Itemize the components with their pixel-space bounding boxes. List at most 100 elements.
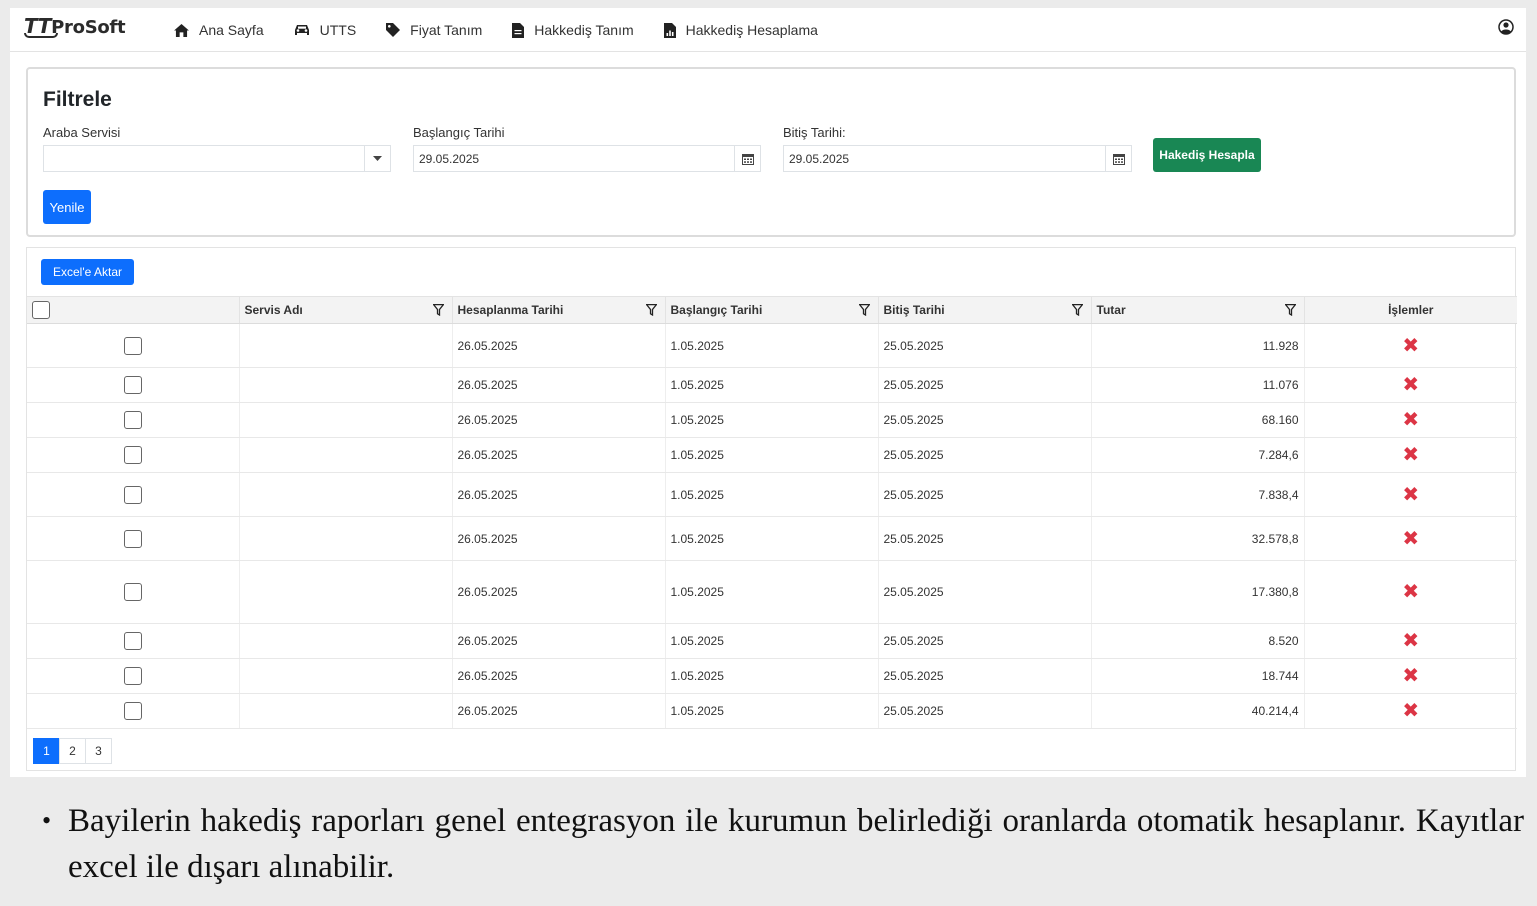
amount-cell: 7.838,4 — [1091, 472, 1305, 517]
service-name-cell — [239, 323, 453, 368]
delete-icon[interactable]: ✖ — [1402, 335, 1419, 357]
caption-bullet: • — [42, 806, 52, 835]
row-checkbox[interactable] — [123, 411, 142, 429]
end-date-cell: 25.05.2025 — [878, 437, 1092, 473]
row-checkbox[interactable] — [123, 529, 142, 548]
row-select-cell — [27, 367, 240, 403]
row-checkbox[interactable] — [123, 485, 142, 504]
end-date-cell: 25.05.2025 — [878, 472, 1092, 517]
report-icon — [663, 22, 676, 38]
table-row: 26.05.2025 1.05.2025 25.05.2025 40.214,4… — [27, 693, 1517, 729]
start-date-calendar-button[interactable] — [734, 146, 760, 171]
filter-icon[interactable] — [432, 304, 444, 316]
row-select-cell — [27, 658, 240, 694]
nav-item-entitlement-calculation[interactable]: Hakkediş Hesaplama — [663, 22, 818, 38]
export-excel-button[interactable]: Excel'e Aktar — [41, 259, 134, 285]
calc-date-cell: 26.05.2025 — [452, 658, 666, 694]
end-date-value: 29.05.2025 — [789, 152, 850, 166]
service-select[interactable] — [43, 145, 391, 172]
filter-icon[interactable] — [645, 304, 657, 316]
select-all-cell — [27, 296, 240, 324]
amount-cell: 32.578,8 — [1091, 516, 1305, 561]
end-date-cell: 25.05.2025 — [878, 367, 1092, 403]
select-all-checkbox[interactable] — [32, 301, 50, 319]
calc-date-cell: 26.05.2025 — [452, 437, 666, 473]
service-name-cell — [239, 437, 453, 473]
table-row: 26.05.2025 1.05.2025 25.05.2025 11.928 ✖ — [27, 323, 1517, 368]
service-name-cell — [239, 516, 453, 561]
page-button-3[interactable]: 3 — [85, 738, 112, 764]
tag-icon — [386, 23, 401, 37]
start-date-cell: 1.05.2025 — [665, 516, 879, 561]
actions-cell: ✖ — [1304, 623, 1517, 659]
delete-icon[interactable]: ✖ — [1402, 700, 1419, 722]
filter-icon[interactable] — [1071, 304, 1083, 316]
row-select-cell — [27, 516, 240, 561]
prosoft-logo[interactable]: TTProSoft — [24, 14, 126, 38]
column-header-label: İşlemler — [1388, 303, 1434, 317]
user-circle-icon[interactable] — [1498, 19, 1514, 35]
calc-date-cell: 26.05.2025 — [452, 402, 666, 438]
actions-cell: ✖ — [1304, 437, 1517, 473]
column-header-actions: İşlemler — [1304, 296, 1517, 324]
page-button-2[interactable]: 2 — [59, 738, 86, 764]
nav-item-entitlement-definition[interactable]: Hakkediş Tanım — [512, 22, 634, 38]
end-date-calendar-button[interactable] — [1105, 146, 1131, 171]
service-dropdown-toggle[interactable] — [364, 146, 390, 171]
service-name-cell — [239, 658, 453, 694]
actions-cell: ✖ — [1304, 658, 1517, 694]
start-date-label: Başlangıç Tarihi — [413, 125, 505, 140]
start-date-input[interactable]: 29.05.2025 — [413, 145, 761, 172]
nav-item-entitlement-definition-label: Hakkediş Tanım — [534, 22, 634, 38]
actions-cell: ✖ — [1304, 472, 1517, 517]
column-header-label: Hesaplanma Tarihi — [457, 303, 564, 317]
nav-item-price-definition[interactable]: Fiyat Tanım — [386, 22, 482, 38]
row-checkbox[interactable] — [123, 667, 142, 685]
column-header-start-date[interactable]: Başlangıç Tarihi — [665, 296, 879, 324]
amount-cell: 40.214,4 — [1091, 693, 1305, 729]
top-navbar: TTProSoft Ana Sayfa UTTS Fiyat Tanım Hak… — [10, 8, 1526, 52]
row-checkbox[interactable] — [123, 376, 142, 394]
delete-icon[interactable]: ✖ — [1402, 444, 1419, 466]
filter-icon[interactable] — [1284, 304, 1296, 316]
service-label: Araba Servisi — [43, 125, 121, 140]
filter-icon[interactable] — [858, 304, 870, 316]
start-date-cell: 1.05.2025 — [665, 472, 879, 517]
page-button-1[interactable]: 1 — [33, 738, 60, 764]
row-checkbox[interactable] — [123, 632, 142, 650]
table-row: 26.05.2025 1.05.2025 25.05.2025 17.380,8… — [27, 560, 1517, 624]
column-header-end-date[interactable]: Bitiş Tarihi — [878, 296, 1092, 324]
column-header-calc-date[interactable]: Hesaplanma Tarihi — [452, 296, 666, 324]
service-name-cell — [239, 472, 453, 517]
start-date-cell: 1.05.2025 — [665, 367, 879, 403]
delete-icon[interactable]: ✖ — [1402, 484, 1419, 506]
column-header-amount[interactable]: Tutar — [1091, 296, 1305, 324]
start-date-cell: 1.05.2025 — [665, 402, 879, 438]
delete-icon[interactable]: ✖ — [1402, 630, 1419, 652]
caret-down-icon — [373, 156, 382, 161]
row-checkbox[interactable] — [123, 702, 142, 720]
end-date-cell: 25.05.2025 — [878, 323, 1092, 368]
end-date-input[interactable]: 29.05.2025 — [783, 145, 1132, 172]
delete-icon[interactable]: ✖ — [1402, 665, 1419, 687]
row-checkbox[interactable] — [123, 583, 142, 601]
amount-cell: 68.160 — [1091, 402, 1305, 438]
nav-item-home[interactable]: Ana Sayfa — [174, 22, 264, 38]
calc-date-cell: 26.05.2025 — [452, 693, 666, 729]
start-date-cell: 1.05.2025 — [665, 323, 879, 368]
row-checkbox[interactable] — [123, 336, 142, 355]
delete-icon[interactable]: ✖ — [1402, 528, 1419, 550]
refresh-button[interactable]: Yenile — [43, 190, 91, 224]
delete-icon[interactable]: ✖ — [1402, 409, 1419, 431]
column-header-service-name[interactable]: Servis Adı — [239, 296, 453, 324]
start-date-cell: 1.05.2025 — [665, 437, 879, 473]
slide-caption: • Bayilerin hakediş raporları genel ente… — [42, 798, 1524, 890]
caption-text: Bayilerin hakediş raporları genel entegr… — [68, 803, 1524, 885]
nav-item-utts[interactable]: UTTS — [294, 22, 356, 38]
delete-icon[interactable]: ✖ — [1402, 374, 1419, 396]
calculate-entitlement-button[interactable]: Hakediş Hesapla — [1153, 138, 1261, 172]
delete-icon[interactable]: ✖ — [1402, 581, 1419, 603]
row-checkbox[interactable] — [123, 446, 142, 464]
nav-menu: Ana Sayfa UTTS Fiyat Tanım Hakkediş Tanı… — [174, 8, 848, 52]
actions-cell: ✖ — [1304, 516, 1517, 561]
